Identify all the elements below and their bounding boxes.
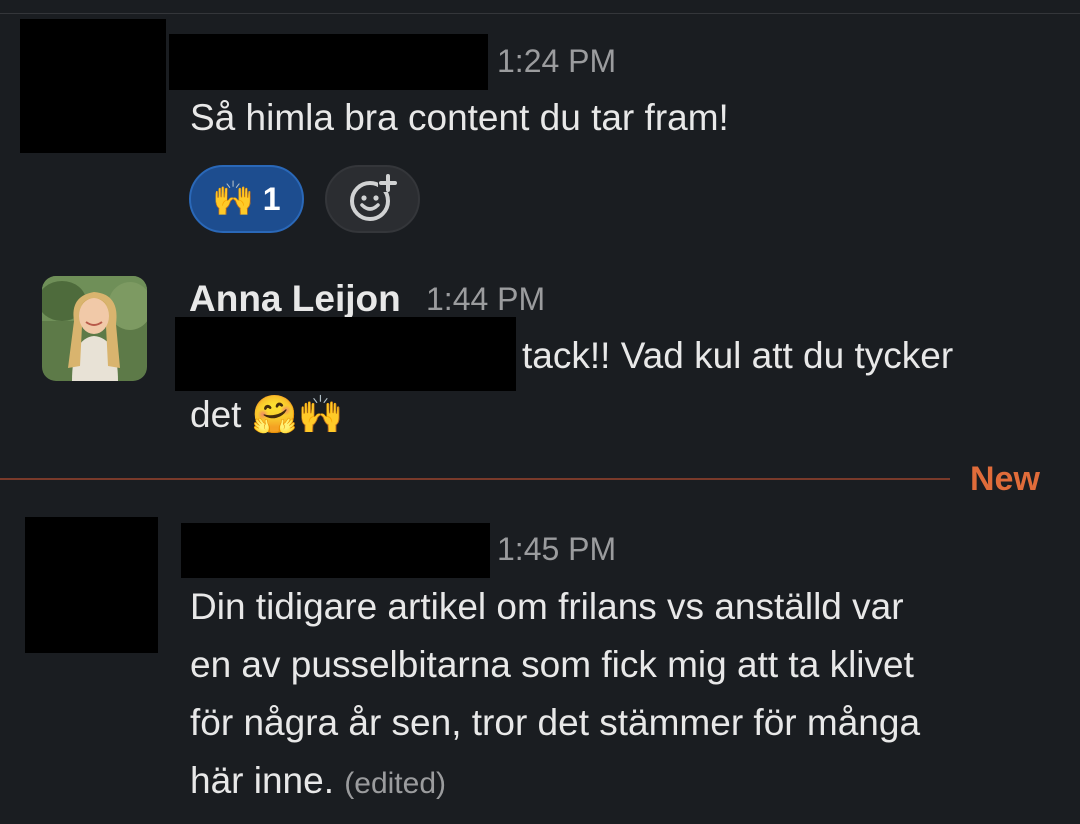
author-name[interactable]: Anna Leijon bbox=[189, 280, 401, 317]
message-text-line: Din tidigare artikel om frilans vs anstä… bbox=[190, 586, 904, 627]
message-timestamp[interactable]: 1:44 PM bbox=[426, 283, 545, 315]
message-text-line1: tack!! Vad kul att du tycker bbox=[522, 335, 954, 376]
message-text-line: för några år sen, tror det stämmer för m… bbox=[190, 702, 921, 743]
message-timestamp[interactable]: 1:45 PM bbox=[497, 533, 616, 565]
redacted-avatar bbox=[25, 517, 158, 653]
new-messages-label: New bbox=[970, 460, 1040, 498]
raised-hands-emoji: 🙌 bbox=[212, 180, 255, 218]
message-text-last-line: här inne. (edited) bbox=[190, 752, 1050, 813]
avatar-photo bbox=[42, 276, 147, 381]
reaction-count: 1 bbox=[262, 180, 281, 217]
top-divider bbox=[0, 13, 1080, 14]
avatar[interactable] bbox=[42, 276, 147, 381]
message-text: Så himla bra content du tar fram! bbox=[190, 97, 729, 138]
message-text-line: en av pusselbitarna som fick mig att ta … bbox=[190, 644, 914, 685]
edited-label: (edited) bbox=[344, 767, 446, 800]
message-text: Din tidigare artikel om frilans vs anstä… bbox=[190, 578, 1050, 813]
chat-message-pane: 1:24 PM Så himla bra content du tar fram… bbox=[0, 0, 1080, 824]
add-reaction-icon bbox=[349, 174, 398, 221]
redacted-avatar bbox=[20, 19, 166, 153]
reaction-raised-hands[interactable]: 🙌 1 bbox=[189, 165, 304, 233]
message-text-line2: det 🤗🙌 bbox=[190, 394, 344, 435]
redacted-author-name bbox=[181, 523, 490, 578]
message-text-line: här inne. bbox=[190, 760, 334, 801]
add-reaction-button[interactable] bbox=[325, 165, 420, 233]
redacted-author-name bbox=[169, 34, 488, 90]
redacted-mention bbox=[175, 317, 516, 391]
new-messages-divider bbox=[0, 478, 950, 480]
message-timestamp[interactable]: 1:24 PM bbox=[497, 45, 616, 77]
